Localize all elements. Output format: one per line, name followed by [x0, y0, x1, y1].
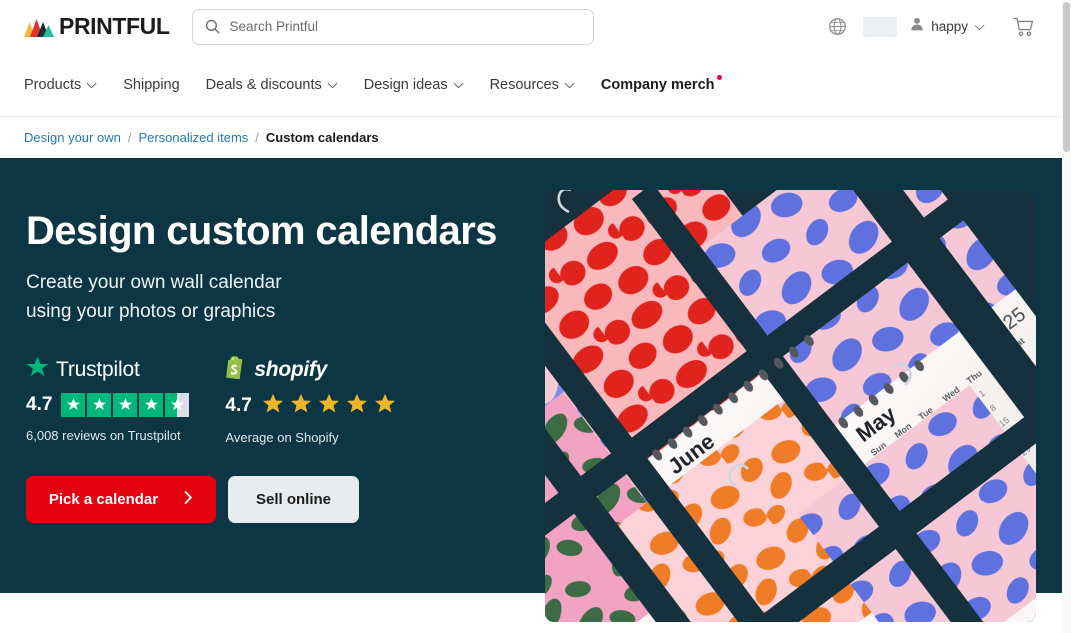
search-input[interactable] [229, 9, 581, 44]
shopify-stars [262, 393, 396, 419]
sell-online-button[interactable]: Sell online [228, 475, 359, 523]
hero-calendar-photo: 2025 June 2025 SunMon TueWed ThuFri Sat [545, 190, 1036, 622]
person-icon [909, 16, 925, 37]
calendar-collage-illustration: 2025 June 2025 SunMon TueWed ThuFri Sat [545, 190, 1036, 622]
page-scrollbar[interactable] [1062, 0, 1071, 633]
shopify-star [290, 393, 312, 419]
breadcrumb-separator: / [255, 129, 259, 145]
shopping-cart-icon[interactable] [1003, 9, 1043, 45]
nav-label: Company merch [600, 76, 715, 93]
header-actions: happy [817, 9, 1047, 45]
shopify-score-row: 4.7 [225, 393, 395, 419]
search-icon [205, 19, 220, 34]
breadcrumb-item-design-your-own[interactable]: Design your own [24, 130, 121, 145]
printful-logo-text: PRINTFUL [59, 13, 170, 39]
breadcrumb-item-current: Custom calendars [265, 129, 379, 145]
chevron-down-icon [327, 77, 338, 93]
shopify-star [374, 393, 396, 419]
breadcrumb-separator: / [127, 129, 132, 145]
trustpilot-brand: Trustpilot [26, 356, 189, 383]
printful-logo[interactable]: PRINTFUL [24, 15, 170, 38]
trustpilot-rating: Trustpilot 4.7 6,008 reviews on Trustpil… [26, 356, 190, 445]
chevron-right-icon [184, 490, 193, 508]
trustpilot-star-half [165, 392, 190, 417]
chevron-down-icon [974, 18, 985, 36]
breadcrumb: Design your own / Personalized items / C… [0, 117, 1071, 157]
printful-mountains-logo-icon [24, 16, 54, 38]
chevron-down-icon [86, 77, 97, 93]
language-selector-placeholder[interactable] [863, 16, 898, 37]
nav-item-shipping[interactable]: Shipping [123, 77, 179, 93]
site-header: PRINTFUL Search Printful happy [0, 0, 1071, 53]
nav-item-deals-discounts[interactable]: Deals & discounts [206, 77, 338, 93]
nav-item-resources[interactable]: Resources [490, 77, 575, 93]
pick-a-calendar-button[interactable]: Pick a calendar [26, 475, 216, 523]
trustpilot-star [139, 392, 164, 417]
main-navigation: Products Shipping Deals & discounts Desi… [0, 53, 1071, 117]
chevron-down-icon [453, 77, 464, 93]
scrollbar-thumb[interactable] [1063, 2, 1070, 152]
chevron-down-icon [564, 77, 575, 93]
sell-online-label: Sell online [255, 490, 331, 508]
trustpilot-star-icon [26, 356, 49, 383]
shopify-brand-name: shopify [254, 357, 327, 381]
trustpilot-score-row: 4.7 [26, 392, 190, 417]
shopify-brand: shopify [225, 355, 395, 385]
page-root: PRINTFUL Search Printful happy Products … [0, 0, 1071, 633]
nav-item-company-merch[interactable]: Company merch [600, 74, 722, 93]
trustpilot-star [113, 392, 138, 417]
trustpilot-star [61, 392, 86, 417]
globe-icon[interactable] [817, 9, 857, 45]
nav-item-products[interactable]: Products [24, 77, 97, 93]
shopify-score: 4.7 [225, 394, 252, 416]
shopify-star [262, 393, 284, 419]
nav-label: Resources [489, 76, 559, 93]
breadcrumb-item-personalized-items[interactable]: Personalized items [138, 130, 248, 145]
nav-item-design-ideas[interactable]: Design ideas [364, 77, 464, 93]
new-indicator-dot [716, 74, 722, 80]
trustpilot-review-count: 6,008 reviews on Trustpilot [26, 427, 181, 443]
shopify-star [318, 393, 340, 419]
shopify-rating-note: Average on Shopify [225, 429, 339, 445]
nav-label: Design ideas [363, 76, 448, 93]
shopify-bag-icon [225, 355, 247, 385]
search-bar[interactable] [191, 8, 594, 45]
trustpilot-brand-name: Trustpilot [56, 357, 140, 381]
nav-label: Shipping [123, 76, 180, 93]
trustpilot-score: 4.7 [26, 393, 53, 415]
shopify-star [346, 393, 368, 419]
pick-a-calendar-label: Pick a calendar [48, 490, 159, 508]
nav-label: Deals & discounts [205, 76, 322, 93]
account-menu[interactable]: happy [909, 16, 985, 37]
nav-label: Products [24, 76, 82, 93]
account-name: happy [931, 19, 968, 34]
trustpilot-star [87, 392, 112, 417]
shopify-rating: shopify 4.7 Average on Shopify [225, 355, 395, 445]
trustpilot-stars [61, 392, 190, 417]
